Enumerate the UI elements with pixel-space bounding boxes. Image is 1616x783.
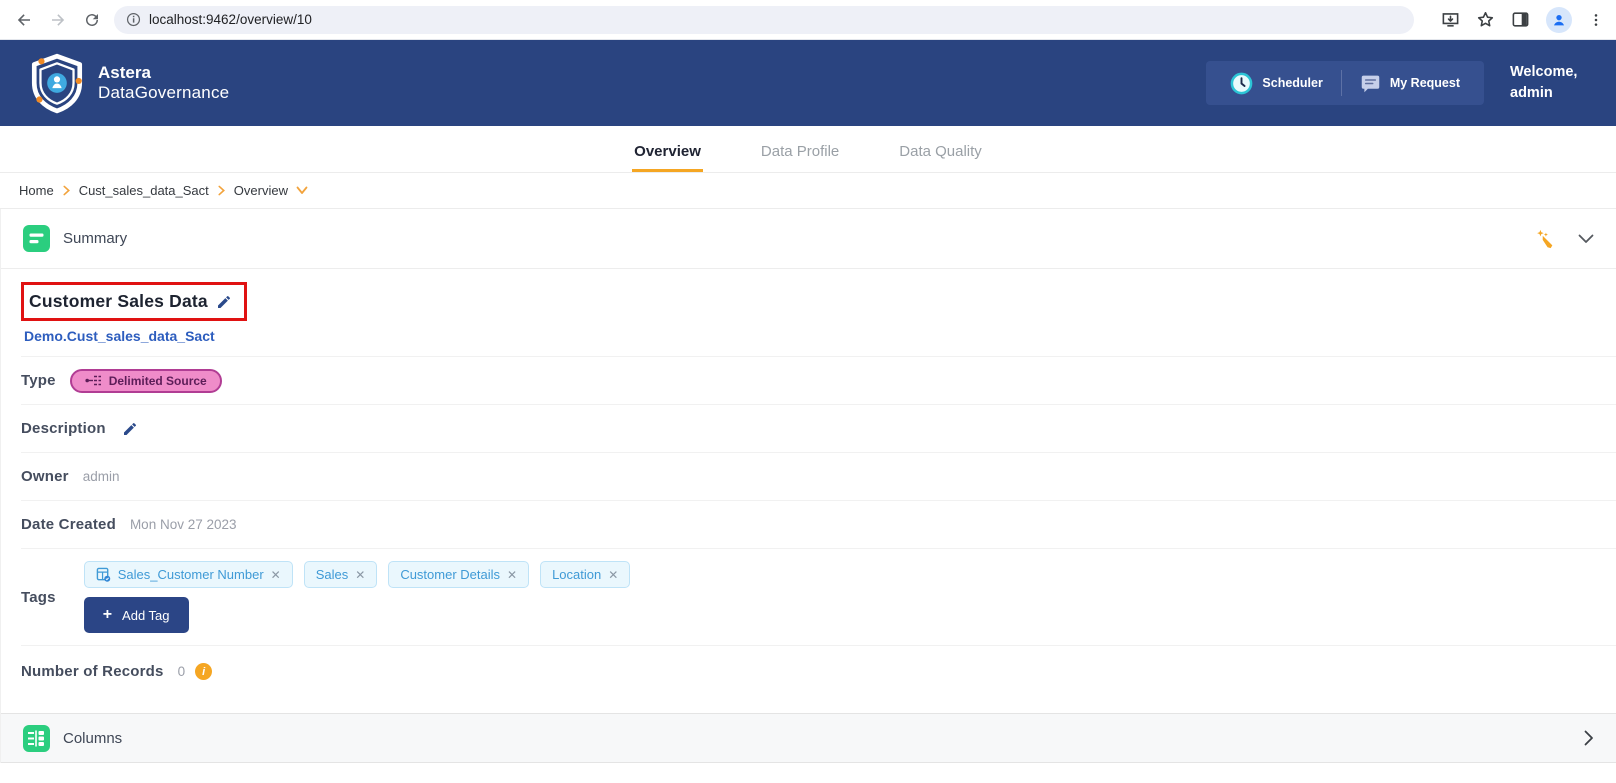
add-tag-label: Add Tag xyxy=(122,607,170,623)
browser-toolbar-icons xyxy=(1441,6,1604,33)
date-created-row: Date Created Mon Nov 27 2023 xyxy=(21,500,1616,548)
tags-row: Tags Sales_Customer Number ✕ Sales ✕ Cus… xyxy=(21,548,1616,645)
delimited-source-icon xyxy=(85,375,102,386)
browser-menu-icon[interactable] xyxy=(1588,12,1604,28)
tag-chip-label: Sales xyxy=(315,567,349,582)
tab-overview[interactable]: Overview xyxy=(632,133,703,172)
welcome-line2: admin xyxy=(1510,85,1553,101)
tag-remove-icon[interactable]: ✕ xyxy=(271,568,281,582)
asset-title: Customer Sales Data xyxy=(29,291,208,311)
date-created-label: Date Created xyxy=(21,516,116,533)
asset-qualified-name-link[interactable]: Demo.Cust_sales_data_Sact xyxy=(24,328,215,344)
brand-line1: Astera xyxy=(98,63,151,83)
page-tabs: Overview Data Profile Data Quality xyxy=(0,126,1616,172)
side-panel-icon[interactable] xyxy=(1511,10,1530,29)
tag-chip-label: Sales_Customer Number xyxy=(117,567,264,582)
tag-remove-icon[interactable]: ✕ xyxy=(355,568,365,582)
welcome-line1: Welcome, xyxy=(1510,63,1578,80)
type-label: Type xyxy=(21,372,56,389)
install-app-icon[interactable] xyxy=(1441,10,1460,29)
description-label: Description xyxy=(21,420,106,437)
tags-label: Tags xyxy=(21,588,56,606)
plus-icon: + xyxy=(102,606,113,623)
add-tag-button[interactable]: + Add Tag xyxy=(83,597,189,633)
browser-chrome: localhost:9462/overview/10 xyxy=(0,0,1616,40)
records-info-icon[interactable]: i xyxy=(195,663,213,680)
summary-title: Summary xyxy=(63,230,128,247)
clock-icon xyxy=(1230,72,1253,95)
forward-button-icon[interactable] xyxy=(46,8,70,32)
tag-chip-label: Customer Details xyxy=(400,567,501,582)
brand-wordmark: Astera DataGovernance xyxy=(98,63,229,102)
profile-avatar-icon[interactable] xyxy=(1546,6,1572,33)
url-text: localhost:9462/overview/10 xyxy=(149,12,312,27)
tag-chip-label: Location xyxy=(552,567,602,582)
summary-collapse-chevron-icon[interactable] xyxy=(1578,234,1594,244)
owner-value: admin xyxy=(82,469,120,484)
ai-magic-edit-icon[interactable] xyxy=(1534,228,1556,250)
owner-label: Owner xyxy=(21,468,69,485)
summary-section-header[interactable]: Summary xyxy=(1,209,1616,269)
type-row: Type Delimited Source xyxy=(21,356,1616,404)
back-button-icon[interactable] xyxy=(12,8,36,32)
tag-remove-icon[interactable]: ✕ xyxy=(608,568,618,582)
my-request-label: My Request xyxy=(1389,76,1460,90)
welcome-text: Welcome, admin xyxy=(1510,62,1590,104)
my-request-button[interactable]: My Request xyxy=(1342,73,1478,94)
summary-icon xyxy=(23,225,50,252)
edit-description-pencil-icon[interactable] xyxy=(122,421,138,437)
breadcrumb-separator-icon xyxy=(217,185,226,196)
columns-expand-chevron-icon[interactable] xyxy=(1584,730,1594,746)
chat-message-icon xyxy=(1360,73,1381,94)
scheduler-label: Scheduler xyxy=(1262,76,1323,90)
header-actions: Scheduler My Request xyxy=(1206,61,1484,105)
scheduler-button[interactable]: Scheduler xyxy=(1212,72,1340,95)
breadcrumb: Home Cust_sales_data_Sact Overview xyxy=(0,172,1616,209)
annotation-highlight-box: Customer Sales Data xyxy=(21,282,247,321)
records-label: Number of Records xyxy=(21,663,164,680)
reload-button-icon[interactable] xyxy=(80,8,104,32)
type-badge: Delimited Source xyxy=(69,368,222,393)
breadcrumb-home[interactable]: Home xyxy=(19,183,54,198)
breadcrumb-dropdown-icon[interactable] xyxy=(296,186,308,195)
type-badge-label: Delimited Source xyxy=(108,373,207,388)
astera-shield-logo xyxy=(26,52,88,114)
tag-chip[interactable]: Location ✕ xyxy=(540,561,631,588)
breadcrumb-dataset[interactable]: Cust_sales_data_Sact xyxy=(79,183,209,198)
breadcrumb-separator-icon xyxy=(62,185,71,196)
tag-chip[interactable]: Customer Details ✕ xyxy=(388,561,530,588)
date-created-value: Mon Nov 27 2023 xyxy=(129,517,237,532)
tab-data-quality[interactable]: Data Quality xyxy=(897,133,984,172)
columns-title: Columns xyxy=(63,729,123,747)
owner-row: Owner admin xyxy=(21,452,1616,500)
tag-chip[interactable]: Sales ✕ xyxy=(303,561,378,588)
brand-line2: DataGovernance xyxy=(98,83,230,102)
tag-remove-icon[interactable]: ✕ xyxy=(507,568,517,582)
records-row: Number of Records 0 i xyxy=(21,645,1616,697)
tag-table-icon xyxy=(96,567,111,582)
columns-section-header[interactable]: Columns xyxy=(1,713,1616,763)
columns-icon xyxy=(23,724,50,752)
url-bar[interactable]: localhost:9462/overview/10 xyxy=(114,5,1414,34)
app-header: Astera DataGovernance Scheduler My Reque… xyxy=(0,40,1616,126)
tag-chip[interactable]: Sales_Customer Number ✕ xyxy=(83,561,293,588)
bookmark-star-icon[interactable] xyxy=(1476,10,1495,29)
records-value: 0 xyxy=(177,664,186,679)
description-row: Description xyxy=(21,404,1616,452)
breadcrumb-current[interactable]: Overview xyxy=(234,183,288,198)
tag-chips: Sales_Customer Number ✕ Sales ✕ Customer… xyxy=(83,561,631,588)
site-info-icon[interactable] xyxy=(126,12,141,27)
tab-data-profile[interactable]: Data Profile xyxy=(759,133,841,172)
edit-title-pencil-icon[interactable] xyxy=(216,294,232,310)
